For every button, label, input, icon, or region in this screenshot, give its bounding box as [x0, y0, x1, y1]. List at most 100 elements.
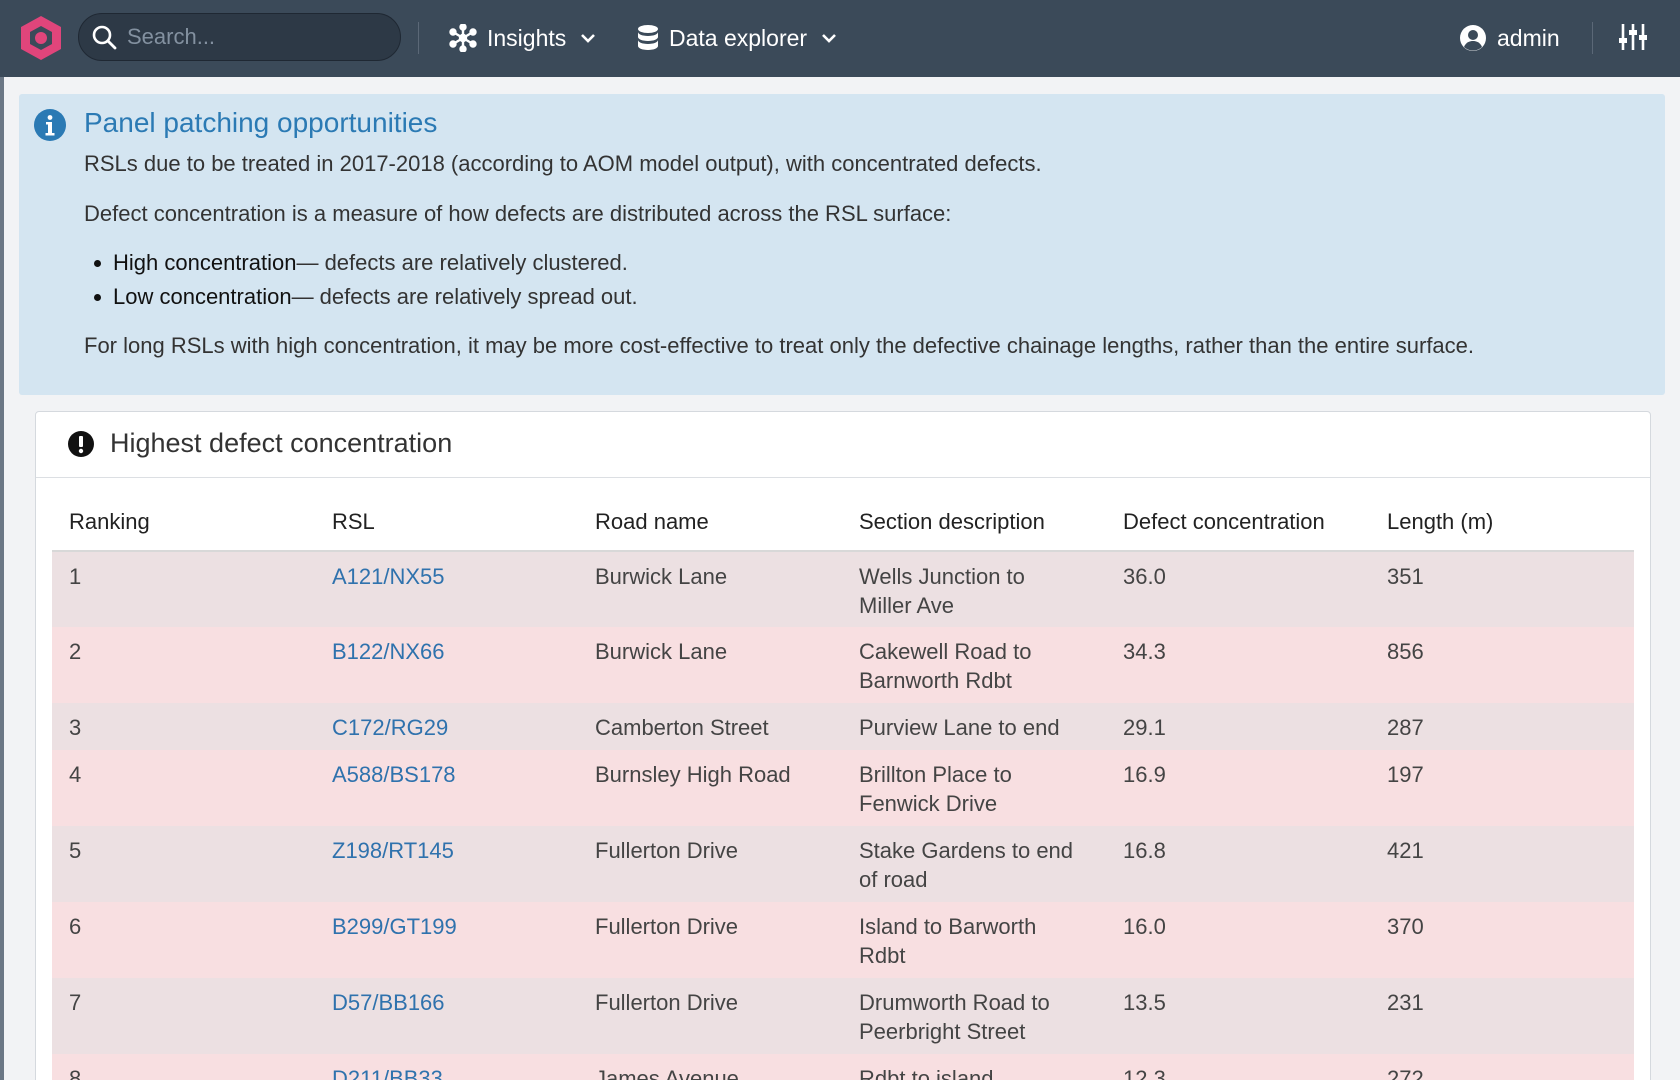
list-desc: — defects are relatively spread out.: [291, 284, 638, 309]
cell-road-name: James Avenue: [578, 1054, 842, 1080]
cell-length: 856: [1370, 627, 1634, 703]
cell-road-name: Burnsley High Road: [578, 750, 842, 826]
concentration-list: High concentration — defects are relativ…: [84, 246, 638, 314]
cell-rsl: A121/NX55: [315, 551, 578, 627]
cell-concentration: 16.9: [1106, 750, 1370, 826]
table-row: 5 Z198/RT145 Fullerton Drive Stake Garde…: [52, 826, 1634, 902]
table-header-row: Ranking RSL Road name Section descriptio…: [52, 493, 1634, 552]
column-header-road-name[interactable]: Road name: [578, 493, 842, 552]
rsl-link[interactable]: D57/BB166: [332, 990, 445, 1015]
search-input[interactable]: [127, 24, 387, 50]
cell-ranking: 4: [52, 750, 315, 826]
cell-length: 272: [1370, 1054, 1634, 1080]
nav-divider: [1592, 22, 1593, 54]
cell-section: Drumworth Road to Peerbright Street: [842, 978, 1106, 1054]
cell-rsl: C172/RG29: [315, 703, 578, 750]
column-header-defect-concentration[interactable]: Defect concentration: [1106, 493, 1370, 552]
exclamation-circle-icon: [68, 431, 94, 457]
bullet-icon: [94, 259, 101, 267]
list-desc: — defects are relatively clustered.: [296, 250, 628, 275]
cell-concentration: 36.0: [1106, 551, 1370, 627]
section-line: Fenwick Drive: [859, 791, 998, 816]
app-logo-icon[interactable]: [18, 14, 64, 62]
top-navbar: Insights Data explorer admin: [0, 0, 1680, 77]
cell-concentration: 29.1: [1106, 703, 1370, 750]
cell-ranking: 2: [52, 627, 315, 703]
cell-rsl: A588/BS178: [315, 750, 578, 826]
cell-rsl: D57/BB166: [315, 978, 578, 1054]
cell-road-name: Burwick Lane: [578, 627, 842, 703]
cell-rsl: B122/NX66: [315, 627, 578, 703]
defect-table: Ranking RSL Road name Section descriptio…: [52, 493, 1634, 1080]
table-row: 3 C172/RG29 Camberton Street Purview Lan…: [52, 703, 1634, 750]
rsl-link[interactable]: A121/NX55: [332, 564, 445, 589]
cell-road-name: Camberton Street: [578, 703, 842, 750]
user-label: admin: [1497, 24, 1560, 51]
table-row: 7 D57/BB166 Fullerton Drive Drumworth Ro…: [52, 978, 1634, 1054]
table-row: 6 B299/GT199 Fullerton Drive Island to B…: [52, 902, 1634, 978]
cell-ranking: 8: [52, 1054, 315, 1080]
insights-menu[interactable]: Insights: [449, 18, 596, 58]
cell-section: Stake Gardens to end of road: [842, 826, 1106, 902]
cell-length: 197: [1370, 750, 1634, 826]
cell-length: 370: [1370, 902, 1634, 978]
cell-concentration: 13.5: [1106, 978, 1370, 1054]
cell-section: Island to Barworth Rdbt: [842, 902, 1106, 978]
info-definition-text: Defect concentration is a measure of how…: [84, 201, 952, 226]
list-item: High concentration — defects are relativ…: [84, 246, 638, 280]
card-title: Highest defect concentration: [110, 428, 453, 458]
insights-label: Insights: [487, 24, 567, 51]
section-line: of road: [859, 867, 928, 892]
column-header-rsl[interactable]: RSL: [315, 493, 578, 552]
rsl-link[interactable]: D211/BB33: [332, 1066, 443, 1080]
nav-divider: [418, 22, 419, 54]
section-line: Drumworth Road to: [859, 990, 1050, 1015]
data-explorer-menu[interactable]: Data explorer: [637, 18, 837, 58]
cell-section: Cakewell Road to Barnworth Rdbt: [842, 627, 1106, 703]
column-header-section-description[interactable]: Section description: [842, 493, 1106, 552]
cell-length: 287: [1370, 703, 1634, 750]
cell-section: Brillton Place to Fenwick Drive: [842, 750, 1106, 826]
card-header: Highest defect concentration: [36, 412, 1650, 478]
cell-length: 351: [1370, 551, 1634, 627]
info-intro-text: RSLs due to be treated in 2017-2018 (acc…: [84, 151, 1042, 176]
chevron-down-icon: [822, 34, 836, 43]
section-line: Brillton Place to: [859, 762, 1012, 787]
cell-concentration: 16.8: [1106, 826, 1370, 902]
cell-rsl: Z198/RT145: [315, 826, 578, 902]
rsl-link[interactable]: B299/GT199: [332, 914, 457, 939]
section-line: Cakewell Road to: [859, 639, 1032, 664]
cell-ranking: 3: [52, 703, 315, 750]
cell-road-name: Fullerton Drive: [578, 826, 842, 902]
search-icon: [92, 25, 117, 50]
table-row: 8 D211/BB33 James Avenue Rdbt to island …: [52, 1054, 1634, 1080]
rsl-link[interactable]: A588/BS178: [332, 762, 456, 787]
info-recommendation-text: For long RSLs with high concentration, i…: [84, 333, 1475, 358]
cell-length: 231: [1370, 978, 1634, 1054]
user-menu[interactable]: admin: [1459, 18, 1560, 58]
rsl-link[interactable]: Z198/RT145: [332, 838, 454, 863]
column-header-ranking[interactable]: Ranking: [52, 493, 315, 552]
chevron-down-icon: [581, 34, 596, 43]
section-line: Rdbt to island: [859, 1066, 994, 1080]
window-edge: [0, 0, 4, 1080]
cell-road-name: Burwick Lane: [578, 551, 842, 627]
cell-section: Wells Junction to Miller Ave: [842, 551, 1106, 627]
cell-rsl: B299/GT199: [315, 902, 578, 978]
insights-icon: [449, 24, 477, 52]
section-line: Purview Lane to end: [859, 715, 1060, 740]
column-header-length[interactable]: Length (m): [1370, 493, 1634, 552]
section-line: Rdbt: [859, 943, 906, 968]
defect-card: Highest defect concentration Ranking RSL…: [35, 411, 1651, 1080]
cell-ranking: 7: [52, 978, 315, 1054]
sliders-icon[interactable]: [1619, 22, 1647, 52]
section-line: Peerbright Street: [859, 1019, 1026, 1044]
rsl-link[interactable]: B122/NX66: [332, 639, 445, 664]
list-term: Low concentration: [113, 284, 292, 309]
section-line: Barnworth Rdbt: [859, 668, 1012, 693]
search-box[interactable]: [78, 13, 401, 61]
cell-concentration: 34.3: [1106, 627, 1370, 703]
section-line: Wells Junction to: [859, 564, 1025, 589]
info-title: Panel patching opportunities: [84, 107, 438, 138]
rsl-link[interactable]: C172/RG29: [332, 715, 448, 740]
